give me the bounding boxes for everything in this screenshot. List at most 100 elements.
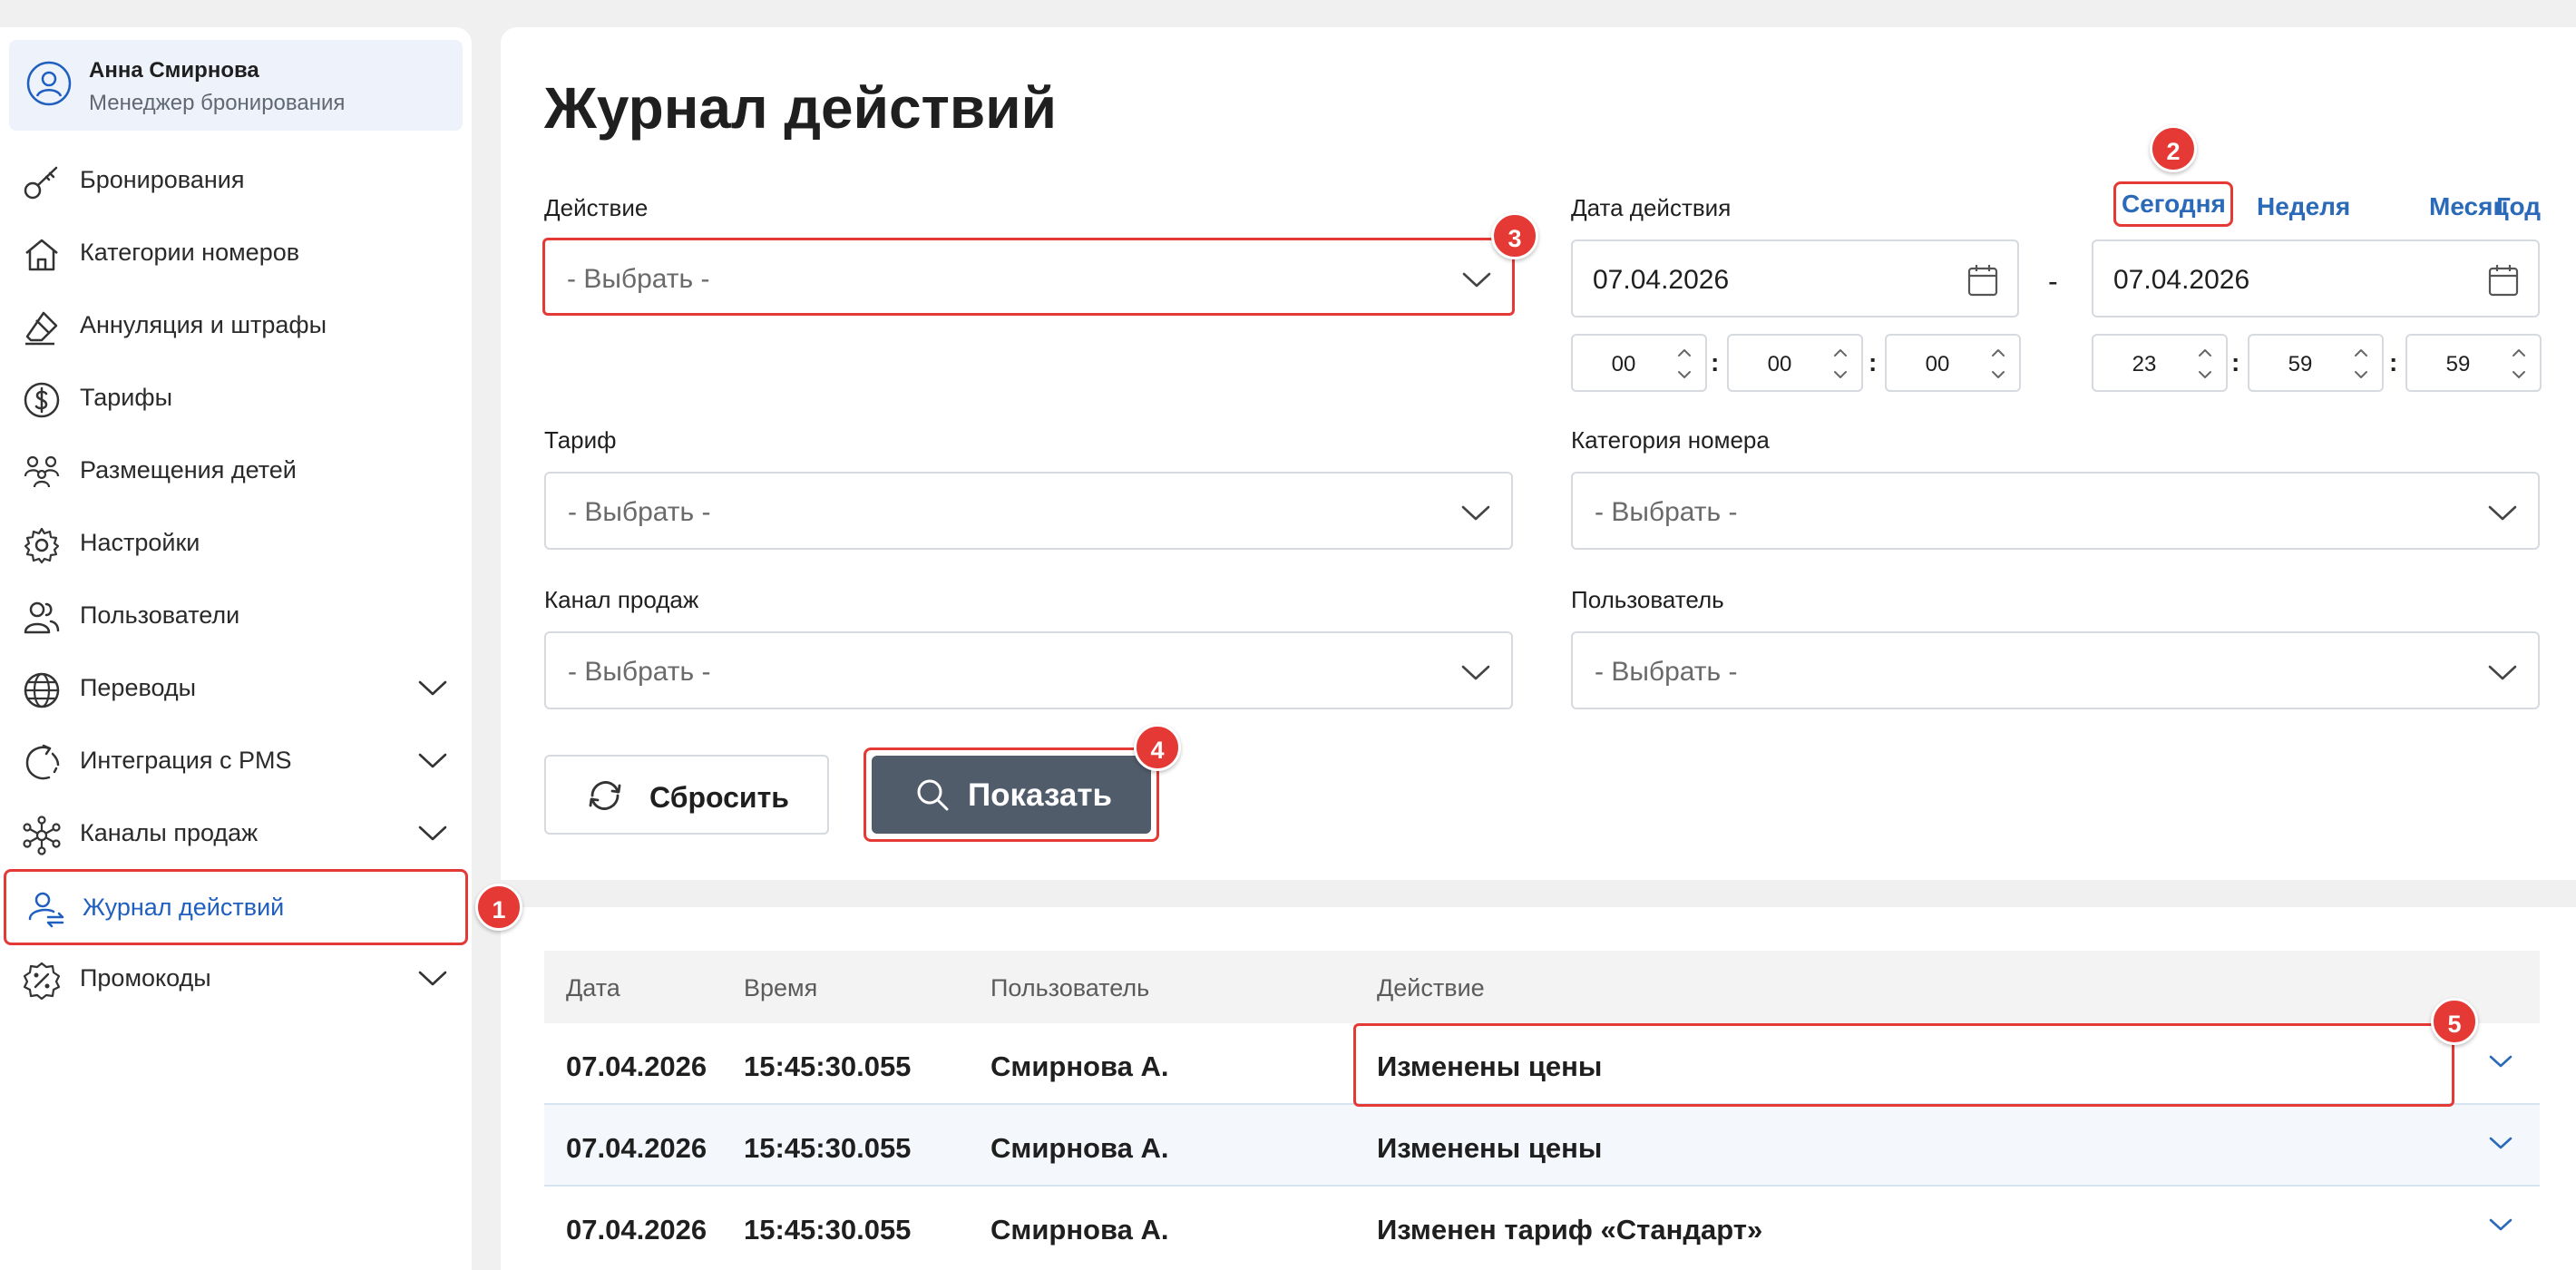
- eraser-icon: [25, 311, 58, 346]
- chevron-down-icon[interactable]: [2487, 1132, 2514, 1154]
- sidebar-item-label: Интеграция с PMS: [80, 747, 292, 774]
- users-icon: [24, 601, 60, 634]
- family-icon: [24, 455, 60, 488]
- calendar-icon[interactable]: [1966, 263, 1999, 298]
- tariff-select[interactable]: - Выбрать -: [544, 472, 1513, 550]
- callout-badge-3: 3: [1491, 212, 1538, 259]
- action-select-value: - Выбрать -: [567, 264, 710, 294]
- time-to-hours-value: 23: [2132, 352, 2157, 376]
- time-from-seconds[interactable]: 00: [1885, 334, 2021, 392]
- time-to-hours[interactable]: 23: [2092, 334, 2228, 392]
- sync-icon: [25, 744, 60, 780]
- column-header-time: Время: [744, 974, 818, 1001]
- channel-select[interactable]: - Выбрать -: [544, 631, 1513, 709]
- sidebar-item-translations[interactable]: Переводы: [5, 652, 466, 725]
- sidebar-item-tariffs[interactable]: Тарифы: [5, 362, 466, 435]
- action-label: Действие: [544, 194, 649, 221]
- user-avatar-icon: [26, 61, 72, 106]
- room-category-select-value: - Выбрать -: [1595, 497, 1738, 527]
- quick-week-link[interactable]: Неделя: [2257, 192, 2350, 221]
- time-to-seconds[interactable]: 59: [2405, 334, 2542, 392]
- chevron-down-icon[interactable]: [417, 676, 448, 699]
- sidebar-item-label: Бронирования: [80, 166, 245, 193]
- calendar-icon[interactable]: [2487, 263, 2520, 298]
- sidebar-item-room-categories[interactable]: Категории номеров: [5, 217, 466, 289]
- chevron-down-icon: [1462, 272, 1491, 288]
- time-from-hours[interactable]: 00: [1571, 334, 1707, 392]
- spinner-arrows-icon[interactable]: [1985, 339, 2012, 388]
- time-from-minutes-value: 00: [1767, 352, 1792, 376]
- callout-badge-2: 2: [2150, 125, 2197, 172]
- chevron-down-icon[interactable]: [417, 821, 448, 845]
- date-range-separator: -: [2048, 265, 2058, 298]
- sidebar-item-users[interactable]: Пользователи: [5, 580, 466, 652]
- spinner-arrows-icon[interactable]: [1671, 339, 1698, 388]
- action-select[interactable]: - Выбрать -: [542, 238, 1515, 316]
- channel-select-value: - Выбрать -: [568, 657, 711, 687]
- show-button[interactable]: Показать: [872, 756, 1151, 834]
- spinner-arrows-icon[interactable]: [1827, 339, 1854, 388]
- reset-button[interactable]: Сбросить: [544, 755, 829, 835]
- spinner-arrows-icon[interactable]: [2191, 339, 2219, 388]
- show-button-highlight: Показать: [864, 747, 1159, 842]
- sidebar-item-cancellation[interactable]: Аннуляция и штрафы: [5, 289, 466, 362]
- sidebar-item-sales-channels[interactable]: Каналы продаж: [5, 797, 466, 870]
- callout-badge-1: 1: [475, 884, 522, 931]
- spinner-arrows-icon[interactable]: [2347, 339, 2375, 388]
- room-category-select[interactable]: - Выбрать -: [1571, 472, 2540, 550]
- spinner-arrows-icon[interactable]: [2505, 339, 2532, 388]
- chevron-down-icon: [1461, 665, 1490, 680]
- column-header-action: Действие: [1377, 974, 1485, 1001]
- cell-user: Смирнова А.: [990, 1214, 1169, 1246]
- time-from-minutes[interactable]: 00: [1727, 334, 1863, 392]
- chevron-down-icon[interactable]: [2487, 1050, 2514, 1072]
- sidebar-item-label: Тарифы: [80, 384, 173, 411]
- time-separator: :: [2389, 348, 2398, 376]
- sidebar-item-bookings[interactable]: Бронирования: [5, 144, 466, 217]
- chevron-down-icon: [2488, 505, 2517, 521]
- time-from-seconds-value: 00: [1925, 352, 1950, 376]
- column-header-date: Дата: [566, 974, 620, 1001]
- dollar-icon: [24, 382, 60, 418]
- sidebar-item-action-log[interactable]: Журнал действий: [4, 869, 468, 945]
- quick-today-link[interactable]: Сегодня: [2113, 181, 2233, 227]
- user-card[interactable]: Анна Смирнова Менеджер бронирования: [9, 40, 463, 131]
- user-filter-select[interactable]: - Выбрать -: [1571, 631, 2540, 709]
- date-from-value: 07.04.2026: [1593, 265, 1730, 295]
- chevron-down-icon: [2488, 665, 2517, 680]
- user-filter-select-value: - Выбрать -: [1595, 657, 1738, 687]
- show-button-label: Показать: [968, 777, 1113, 813]
- network-icon: [23, 816, 61, 855]
- action-cell-highlight: [1353, 1023, 2454, 1107]
- key-icon: [24, 166, 58, 200]
- sidebar-item-promocodes[interactable]: Промокоды: [5, 943, 466, 1015]
- chevron-down-icon[interactable]: [417, 748, 448, 772]
- quick-year-link[interactable]: Год: [2496, 192, 2541, 221]
- column-header-user: Пользователь: [990, 974, 1150, 1001]
- sidebar-item-label: Каналы продаж: [80, 819, 259, 846]
- gear-icon: [24, 527, 60, 564]
- sidebar-item-pms-integration[interactable]: Интеграция с PMS: [5, 725, 466, 797]
- time-to-minutes[interactable]: 59: [2248, 334, 2384, 392]
- sidebar-item-label: Размещения детей: [80, 456, 297, 484]
- chevron-down-icon[interactable]: [2487, 1214, 2514, 1236]
- cell-time: 15:45:30.055: [744, 1132, 912, 1164]
- sidebar-item-child-placement[interactable]: Размещения детей: [5, 435, 466, 507]
- channel-label: Канал продаж: [544, 586, 699, 613]
- date-from-input[interactable]: 07.04.2026: [1571, 239, 2019, 318]
- time-separator: :: [1869, 348, 1878, 376]
- chevron-down-icon[interactable]: [417, 966, 448, 990]
- callout-badge-4: 4: [1134, 724, 1181, 771]
- table-row[interactable]: 07.04.2026 15:45:30.055 Смирнова А. Изме…: [544, 1105, 2540, 1187]
- date-to-input[interactable]: 07.04.2026: [2092, 239, 2540, 318]
- date-label: Дата действия: [1571, 194, 1732, 221]
- date-to-value: 07.04.2026: [2113, 265, 2250, 295]
- sidebar-item-label: Аннуляция и штрафы: [80, 311, 327, 338]
- sidebar-item-label: Журнал действий: [83, 894, 285, 921]
- filter-panel: [501, 27, 2576, 880]
- reset-button-label: Сбросить: [649, 781, 789, 814]
- sidebar-item-settings[interactable]: Настройки: [5, 507, 466, 580]
- time-to-seconds-value: 59: [2445, 352, 2471, 376]
- table-row[interactable]: 07.04.2026 15:45:30.055 Смирнова А. Изме…: [544, 1187, 2540, 1270]
- cell-user: Смирнова А.: [990, 1132, 1169, 1164]
